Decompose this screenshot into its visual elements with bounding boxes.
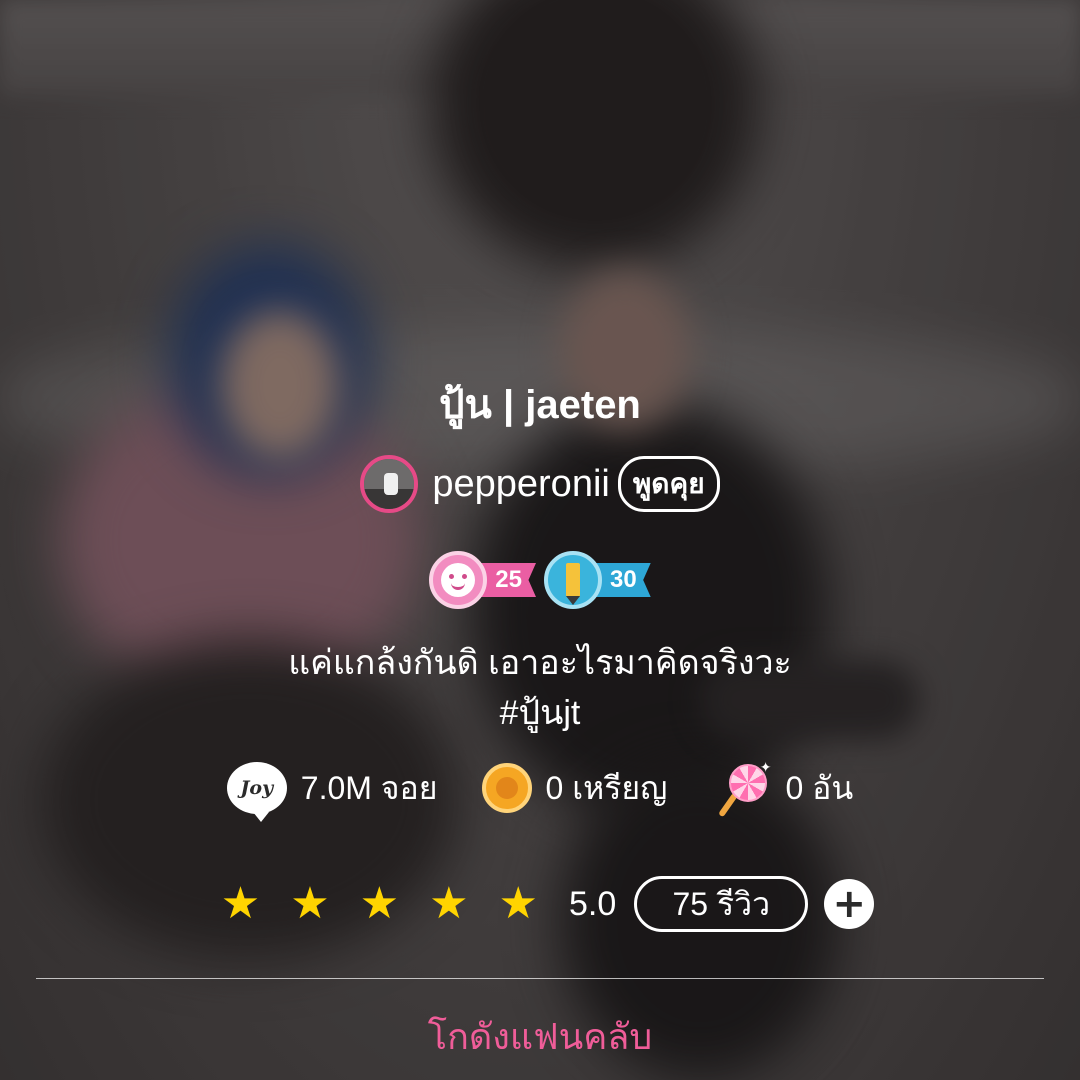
- story-description: แค่แกล้งกันดิ เอาอะไรมาคิดจริงวะ #ปู้นjt: [0, 638, 1080, 738]
- description-line: แค่แกล้งกันดิ เอาอะไรมาคิดจริงวะ: [288, 644, 792, 682]
- coin-icon: [481, 763, 532, 813]
- avatar[interactable]: [360, 455, 419, 513]
- star-icon: ★: [429, 878, 469, 929]
- hashtag[interactable]: #ปู้นjt: [0, 688, 1080, 738]
- pencil-level-badge[interactable]: 30: [544, 551, 651, 609]
- page-title: ปู้น | jaeten: [439, 383, 641, 427]
- add-review-button[interactable]: +: [824, 879, 875, 929]
- badge-row: 25 30: [0, 551, 1080, 609]
- fanclub-link[interactable]: โกดังแฟนคลับ: [0, 1008, 1080, 1065]
- star-icon: ★: [359, 878, 400, 929]
- lollipop-icon: ✦: [711, 758, 771, 818]
- candy-value: 0 อัน: [785, 769, 854, 806]
- joy-value: 7.0M จอย: [300, 769, 438, 806]
- coin-value: 0 เหรียญ: [545, 769, 668, 806]
- smiley-badge-icon: [429, 551, 488, 609]
- stats-row: Joy 7.0M จอย 0 เหรียญ ✦ 0 อัน: [0, 758, 1080, 822]
- owner-name[interactable]: pepperonii: [432, 463, 609, 506]
- chat-button[interactable]: พูดคุย: [617, 456, 720, 512]
- joy-stat[interactable]: Joy 7.0M จอย: [226, 762, 438, 822]
- plus-icon: +: [832, 881, 867, 927]
- coin-stat[interactable]: 0 เหรียญ: [481, 763, 668, 814]
- joy-icon: Joy: [226, 762, 287, 822]
- star-icon: ★: [220, 878, 261, 929]
- candy-stat[interactable]: ✦ 0 อัน: [711, 758, 853, 818]
- star-icon: ★: [290, 878, 330, 929]
- divider: [36, 978, 1044, 979]
- star-rating: ★ ★ ★ ★ ★: [206, 882, 553, 926]
- profile-header: ปู้น | jaeten pepperonii พูดคุย 25 30 แค…: [0, 0, 1080, 1080]
- smiley-level-badge[interactable]: 25: [429, 551, 536, 609]
- rating-row: ★ ★ ★ ★ ★ 5.0 75 รีวิว +: [0, 876, 1080, 932]
- reviews-button[interactable]: 75 รีวิว: [634, 876, 809, 932]
- rating-score: 5.0: [569, 884, 617, 923]
- star-icon: ★: [498, 878, 538, 929]
- owner-row: pepperonii พูดคุย: [0, 455, 1080, 513]
- pencil-badge-icon: [544, 551, 602, 609]
